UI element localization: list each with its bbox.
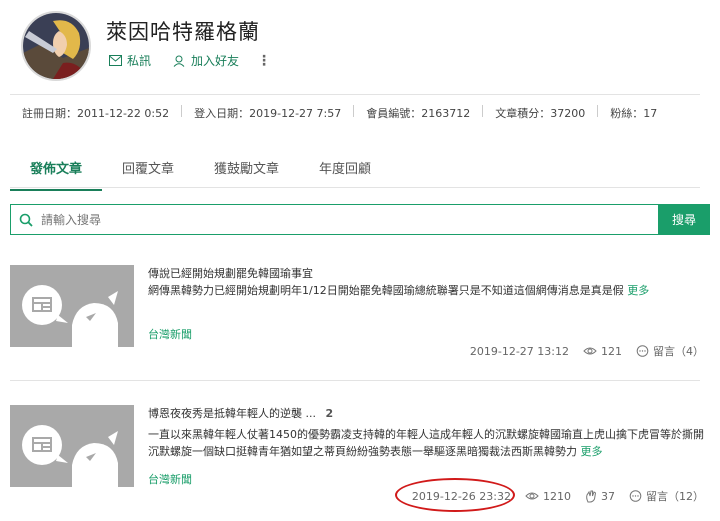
comment-count[interactable]: 留言（4） bbox=[636, 343, 704, 359]
message-label: 私訊 bbox=[127, 54, 152, 68]
view-count-value: 121 bbox=[601, 344, 622, 358]
comment-count[interactable]: 留言（12） bbox=[629, 488, 704, 504]
stat-separator bbox=[181, 105, 183, 117]
tab-underline bbox=[10, 187, 700, 188]
stat-fans: 粉絲：17 bbox=[610, 107, 658, 120]
search-button[interactable]: 搜尋 bbox=[658, 204, 710, 235]
read-more-link[interactable]: 更多 bbox=[627, 284, 649, 297]
post-thumbnail[interactable] bbox=[10, 405, 134, 487]
member-stats: 註冊日期：2011-12-22 0:52 登入日期：2019-12-27 7:5… bbox=[22, 105, 657, 121]
comment-icon bbox=[636, 345, 649, 357]
divider bbox=[10, 94, 700, 95]
post-meta: 2019-12-27 13:12 121 留言（4） bbox=[470, 343, 704, 359]
news-placeholder-icon bbox=[10, 405, 134, 487]
view-count: 1210 bbox=[525, 490, 571, 503]
stat-separator bbox=[482, 105, 484, 117]
post-item: 傳說已經開始規劃罷免韓國瑜事宜 網傳黑韓勢力已經開始規劃明年1/12日開始罷免韓… bbox=[10, 265, 710, 365]
comment-icon bbox=[629, 490, 642, 502]
post-excerpt: 網傳黑韓勢力已經開始規劃明年1/12日開始罷免韓國瑜總統聯署只是不知道這個網傳消… bbox=[148, 282, 708, 299]
tab-replies[interactable]: 回覆文章 bbox=[102, 150, 194, 191]
highlight-ellipse bbox=[395, 478, 515, 512]
profile-header: 萊因哈特羅格蘭 私訊 加入好友 ⋮ bbox=[18, 8, 718, 88]
post-divider bbox=[10, 380, 700, 381]
stat-separator bbox=[353, 105, 355, 117]
post-excerpt-text: 一直以來黑韓年輕人仗著1450的優勢霸凌支持韓的年輕人這成年輕人的沉默螺旋韓國瑜… bbox=[148, 428, 704, 458]
post-title-text: 博恩夜夜秀是抵韓年輕人的逆襲 bbox=[148, 407, 302, 420]
stat-member-id: 會員編號：2163712 bbox=[366, 107, 471, 120]
article-tabs: 發佈文章 回覆文章 獲鼓勵文章 年度回顧 bbox=[10, 150, 391, 191]
add-friend-label: 加入好友 bbox=[191, 54, 240, 68]
post-excerpt-text: 網傳黑韓勢力已經開始規劃明年1/12日開始罷免韓國瑜總統聯署只是不知道這個網傳消… bbox=[148, 284, 624, 297]
eye-icon bbox=[525, 492, 539, 500]
post-source[interactable]: 台灣新聞 bbox=[148, 471, 192, 487]
news-placeholder-icon bbox=[10, 265, 134, 347]
more-options-icon[interactable]: ⋮ bbox=[257, 53, 271, 69]
read-more-link[interactable]: 更多 bbox=[581, 445, 603, 458]
tab-encouraged[interactable]: 獲鼓勵文章 bbox=[194, 150, 299, 191]
post-title[interactable]: 傳說已經開始規劃罷免韓國瑜事宜 bbox=[148, 265, 313, 281]
username: 萊因哈特羅格蘭 bbox=[106, 20, 260, 44]
stat-login-date: 登入日期：2019-12-27 7:57 bbox=[194, 107, 342, 120]
comment-count-value: 留言（4） bbox=[653, 345, 704, 358]
post-item: 博恩夜夜秀是抵韓年輕人的逆襲 ... 2 一直以來黑韓年輕人仗著1450的優勢霸… bbox=[10, 405, 710, 515]
post-timestamp: 2019-12-27 13:12 bbox=[469, 344, 569, 358]
encourage-count-value: 37 bbox=[601, 489, 615, 503]
encourage-count[interactable]: 37 bbox=[585, 490, 615, 503]
search-bar: 搜尋 bbox=[10, 204, 710, 235]
view-count-value: 1210 bbox=[543, 489, 571, 503]
search-input[interactable] bbox=[41, 212, 617, 227]
search-icon bbox=[19, 213, 33, 227]
post-title-ellipsis: ... bbox=[305, 407, 317, 420]
post-thumbnail[interactable] bbox=[10, 265, 134, 347]
stat-register-date: 註冊日期：2011-12-22 0:52 bbox=[22, 107, 170, 120]
clap-icon bbox=[586, 490, 597, 502]
comment-count-value: 留言（12） bbox=[646, 490, 704, 503]
message-button[interactable]: 私訊 bbox=[109, 52, 151, 69]
post-title[interactable]: 博恩夜夜秀是抵韓年輕人的逆襲 ... 2 bbox=[148, 405, 333, 421]
avatar[interactable] bbox=[21, 11, 91, 81]
post-title-count: 2 bbox=[325, 407, 334, 420]
post-source[interactable]: 台灣新聞 bbox=[148, 326, 192, 342]
profile-actions: 私訊 加入好友 ⋮ bbox=[109, 52, 271, 69]
mail-icon bbox=[109, 55, 122, 66]
tab-published[interactable]: 發佈文章 bbox=[10, 150, 103, 191]
view-count: 121 bbox=[583, 345, 622, 358]
eye-icon bbox=[583, 347, 597, 355]
search-box bbox=[10, 204, 658, 235]
tab-annual-review[interactable]: 年度回顧 bbox=[299, 150, 391, 191]
stat-points: 文章積分：37200 bbox=[495, 107, 586, 120]
add-friend-button[interactable]: 加入好友 bbox=[173, 52, 239, 69]
post-excerpt: 一直以來黑韓年輕人仗著1450的優勢霸凌支持韓的年輕人這成年輕人的沉默螺旋韓國瑜… bbox=[148, 426, 708, 460]
add-user-icon bbox=[173, 55, 185, 67]
stat-separator bbox=[597, 105, 599, 117]
